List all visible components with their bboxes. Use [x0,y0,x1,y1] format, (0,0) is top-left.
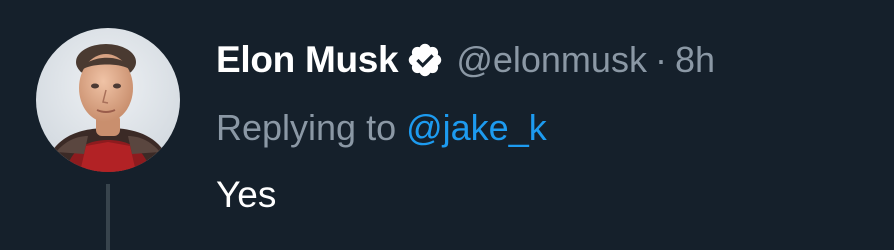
author-handle[interactable]: @elonmusk [456,39,647,81]
avatar-column [36,28,180,250]
tweet-header: Elon Musk @elonmusk · 8h [216,36,874,84]
tweet-timestamp[interactable]: 8h [675,39,715,81]
avatar[interactable] [36,28,180,172]
mention-link[interactable]: @jake_k [406,107,547,148]
verified-badge-icon [406,41,444,79]
tweet-content: Elon Musk @elonmusk · 8h Replying to @ja… [216,36,874,217]
avatar-photo-icon [36,28,180,172]
replying-to-label: Replying to [216,107,407,148]
author-name[interactable]: Elon Musk [216,39,399,81]
tweet-text: Yes [216,174,277,215]
separator-dot: · [654,39,667,80]
replying-to: Replying to @jake_k [216,107,874,151]
tweet[interactable]: Elon Musk @elonmusk · 8h Replying to @ja… [0,0,894,250]
thread-line [106,184,110,250]
